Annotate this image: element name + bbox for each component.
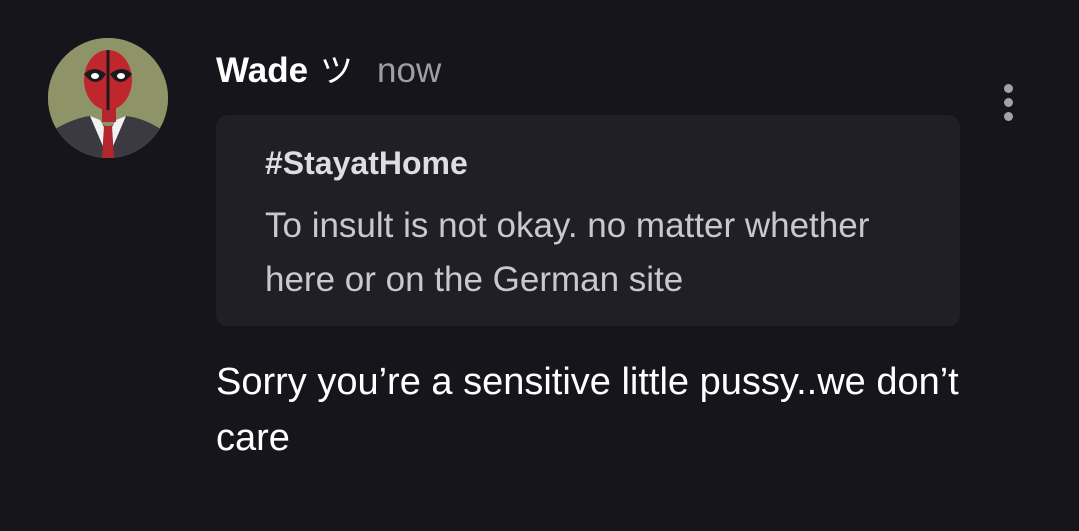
more-vertical-icon [1003, 83, 1013, 93]
more-vertical-icon-dot-3 [1003, 111, 1013, 121]
more-vertical-icon-dot-2 [1003, 97, 1013, 107]
author-name-symbol: ツ [320, 52, 354, 89]
deadpool-avatar-icon [48, 38, 168, 158]
author-avatar[interactable] [48, 38, 168, 158]
more-options-button[interactable] [988, 78, 1028, 126]
quoted-post-text: To insult is not okay. no matter whether… [265, 206, 870, 299]
author-name[interactable]: Wade [216, 51, 308, 91]
post-message: Sorry you’re a sensitive little pussy..w… [216, 361, 959, 459]
quoted-post-title: #StayatHome [265, 145, 468, 181]
post-timestamp: now [377, 51, 442, 90]
post-header: Wade ツ now [216, 44, 442, 91]
quoted-post[interactable]: #StayatHome To insult is not okay. no ma… [216, 115, 960, 326]
